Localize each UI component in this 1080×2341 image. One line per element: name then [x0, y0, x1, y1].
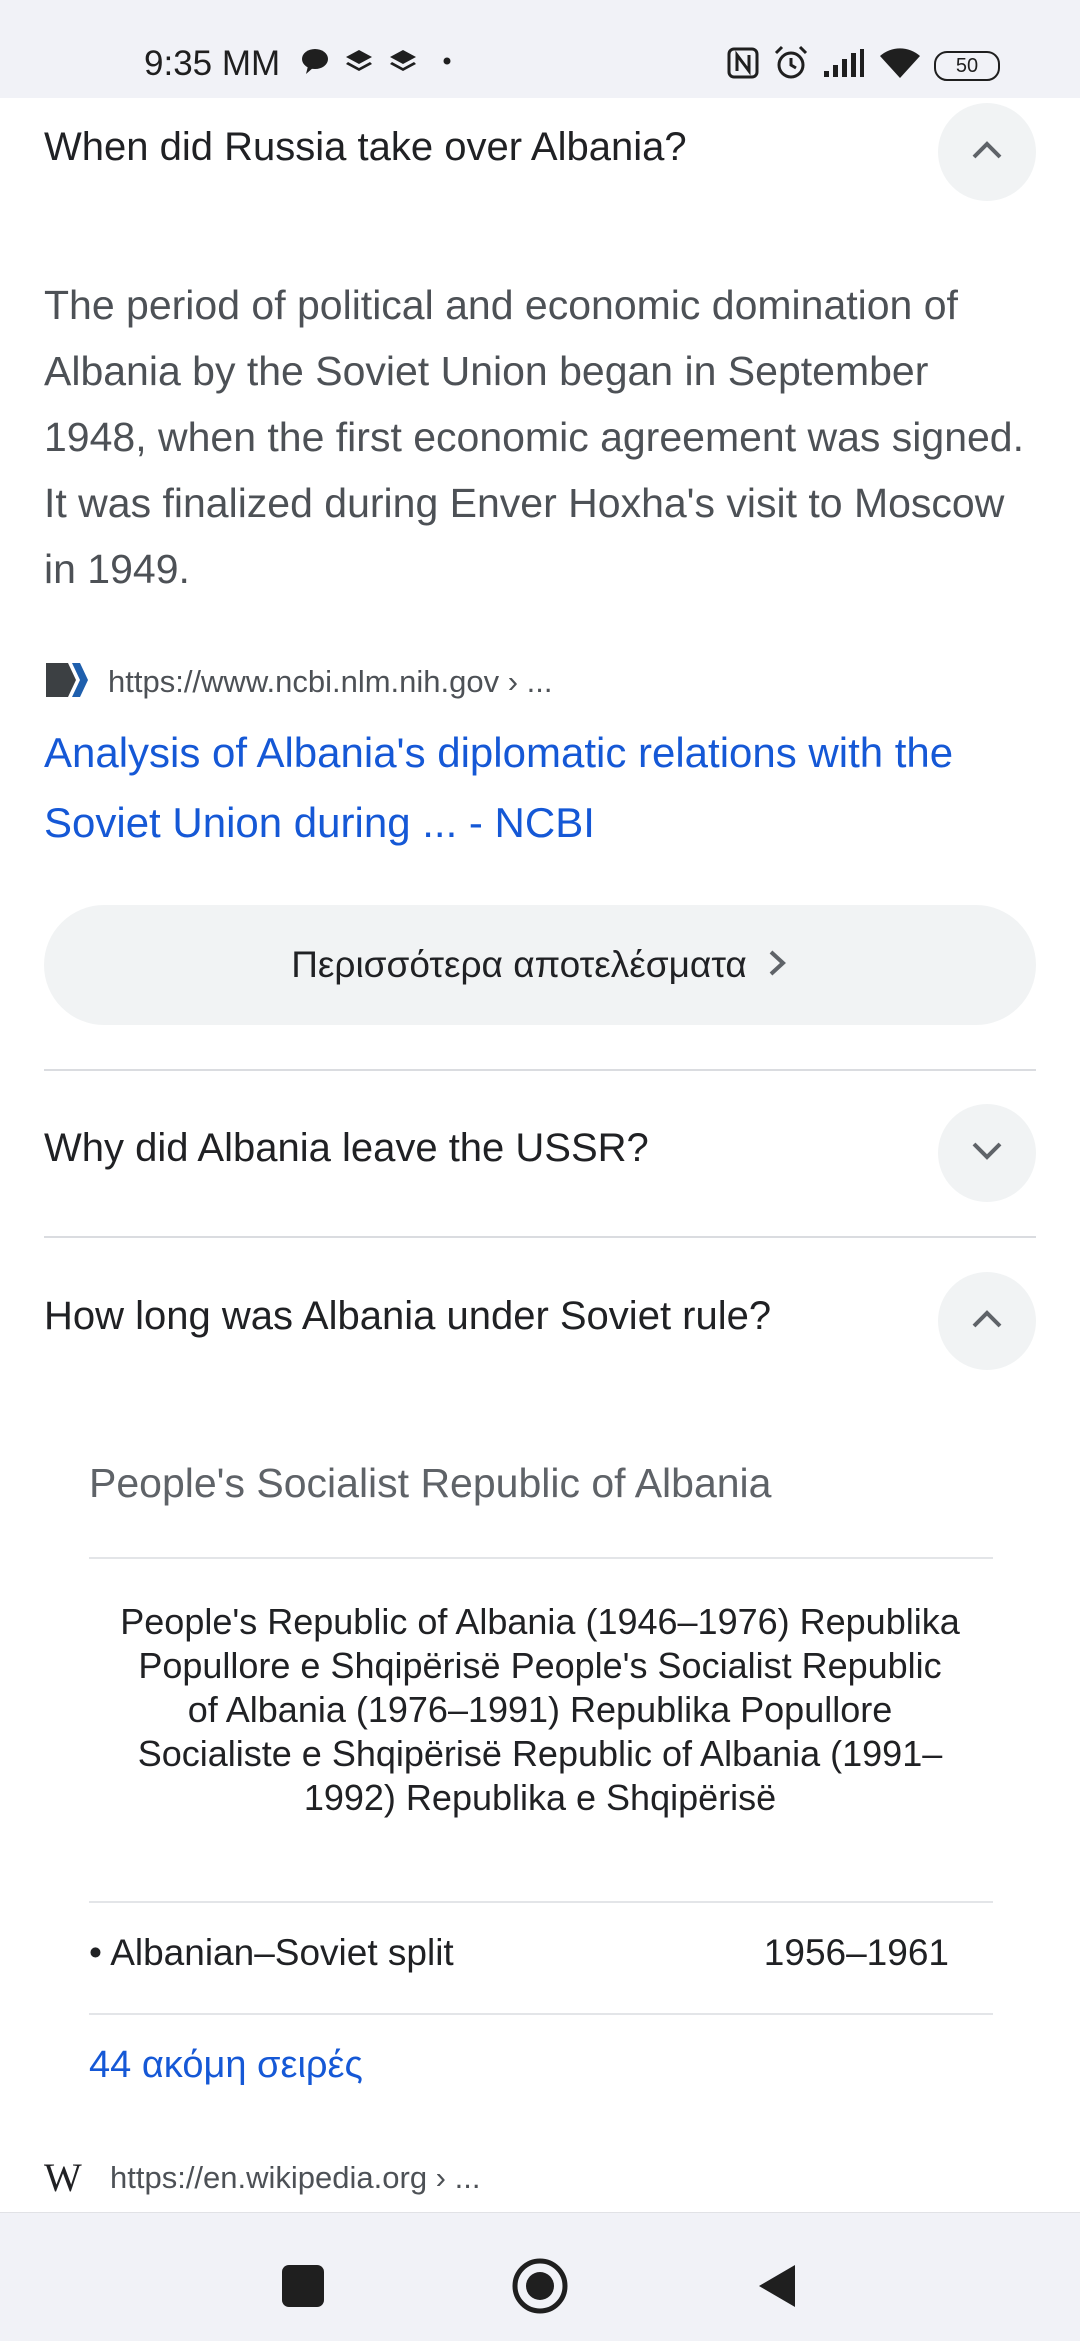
signal-icon — [822, 47, 866, 84]
divider — [44, 1236, 1036, 1238]
collapse-button[interactable] — [938, 1272, 1036, 1370]
source-url: https://www.ncbi.nlm.nih.gov › ... — [108, 664, 553, 699]
more-results-button[interactable]: Περισσότερα αποτελέσματα — [44, 905, 1036, 1025]
ncbi-logo-icon — [44, 661, 88, 704]
source-url: https://en.wikipedia.org › ... — [110, 2159, 481, 2195]
recents-button[interactable] — [282, 2265, 324, 2307]
navigation-bar — [0, 2212, 1080, 2341]
wikipedia-source-row[interactable]: W https://en.wikipedia.org › ... — [44, 2154, 480, 2201]
dot-icon — [432, 46, 462, 76]
status-time: 9:35 MM — [144, 44, 281, 83]
table-row-label: • Albanian–Soviet split — [89, 1932, 454, 1973]
table-row-value: 1956–1961 — [763, 1932, 949, 1973]
layers-icon — [388, 46, 418, 76]
collapse-button[interactable] — [938, 103, 1036, 201]
notification-icons — [300, 46, 462, 76]
faq-item-russia-takeover[interactable]: When did Russia take over Albania? — [44, 103, 1036, 201]
wikipedia-logo-icon: W — [44, 2155, 82, 2200]
panel-description: People's Republic of Albania (1946–1976)… — [120, 1601, 960, 1818]
back-button[interactable] — [755, 2263, 801, 2309]
faq-item-leave-ussr[interactable]: Why did Albania leave the USSR? — [44, 1104, 1036, 1202]
status-right: 50 — [726, 44, 1000, 87]
source-row[interactable]: https://www.ncbi.nlm.nih.gov › ... — [44, 660, 553, 704]
result-title-link[interactable]: Analysis of Albania's diplomatic relatio… — [44, 718, 1034, 858]
wifi-icon — [878, 46, 922, 85]
layers-icon — [344, 46, 374, 76]
faq-answer: The period of political and economic dom… — [44, 282, 1024, 592]
divider — [89, 1557, 993, 1559]
home-button[interactable] — [512, 2258, 568, 2314]
faq-question: Why did Albania leave the USSR? — [44, 1126, 649, 1170]
table-row: • Albanian–Soviet split 1956–1961 — [89, 1932, 949, 1982]
status-bar: 9:35 MM 50 — [0, 0, 1080, 98]
more-results-label: Περισσότερα αποτελέσματα — [291, 944, 747, 985]
nfc-icon — [726, 46, 760, 85]
chevron-up-icon — [969, 1307, 1005, 1336]
divider — [89, 1901, 993, 1903]
chevron-up-icon — [969, 138, 1005, 167]
expand-button[interactable] — [938, 1104, 1036, 1202]
battery-indicator: 50 — [934, 50, 1000, 81]
divider — [44, 1069, 1036, 1071]
faq-item-soviet-rule-duration[interactable]: How long was Albania under Soviet rule? — [44, 1272, 1036, 1370]
faq-question: How long was Albania under Soviet rule? — [44, 1294, 772, 1338]
more-rows-link[interactable]: 44 ακόμη σειρές — [89, 2044, 363, 2087]
chevron-down-icon — [969, 1139, 1005, 1168]
chevron-right-icon — [765, 948, 789, 983]
chat-bubble-icon — [300, 46, 330, 76]
faq-question: When did Russia take over Albania? — [44, 125, 687, 169]
alarm-icon — [772, 44, 810, 87]
panel-title: People's Socialist Republic of Albania — [89, 1460, 772, 1506]
divider — [89, 2013, 993, 2015]
